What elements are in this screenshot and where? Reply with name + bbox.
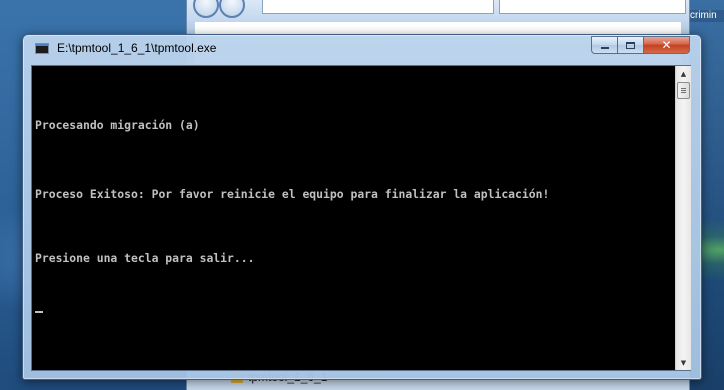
explorer-nav-bar [187,0,689,22]
maximize-button[interactable] [618,36,644,54]
grip-line [681,92,686,93]
close-icon: ✕ [661,38,672,52]
console-window[interactable]: E:\tpmtool_1_6_1\tpmtool.exe ✕ Procesand… [22,34,702,380]
minimize-button[interactable] [591,36,618,54]
grip-line [681,90,686,91]
scroll-thumb[interactable] [677,82,690,99]
maximize-icon [626,41,635,49]
console-line: Presione una tecla para salir... [35,251,255,265]
minimize-icon [600,47,609,49]
scroll-up-arrow-icon[interactable]: ▲ [676,66,691,81]
console-window-icon[interactable] [35,43,49,54]
scroll-down-arrow-icon[interactable]: ▼ [676,355,691,370]
vertical-scrollbar[interactable]: ▲ ▼ [675,66,691,370]
back-button[interactable] [193,0,219,18]
close-button[interactable]: ✕ [644,36,690,54]
window-title: E:\tpmtool_1_6_1\tpmtool.exe [57,41,217,55]
console-line: Procesando migración (a) [35,118,200,132]
console-output-area[interactable]: Procesando migración (a) Proceso Exitoso… [31,65,691,371]
search-box[interactable] [499,0,686,14]
desktop-edge-label: crimin [690,10,724,22]
grip-line [681,88,686,89]
title-bar[interactable]: E:\tpmtool_1_6_1\tpmtool.exe ✕ [23,35,701,61]
text-cursor [35,311,43,313]
console-line: Proceso Exitoso: Por favor reinicie el e… [35,187,550,201]
caption-buttons: ✕ [591,36,690,55]
forward-button[interactable] [219,0,245,18]
address-bar[interactable] [262,0,494,14]
console-text: Procesando migración (a) Proceso Exitoso… [35,68,673,368]
